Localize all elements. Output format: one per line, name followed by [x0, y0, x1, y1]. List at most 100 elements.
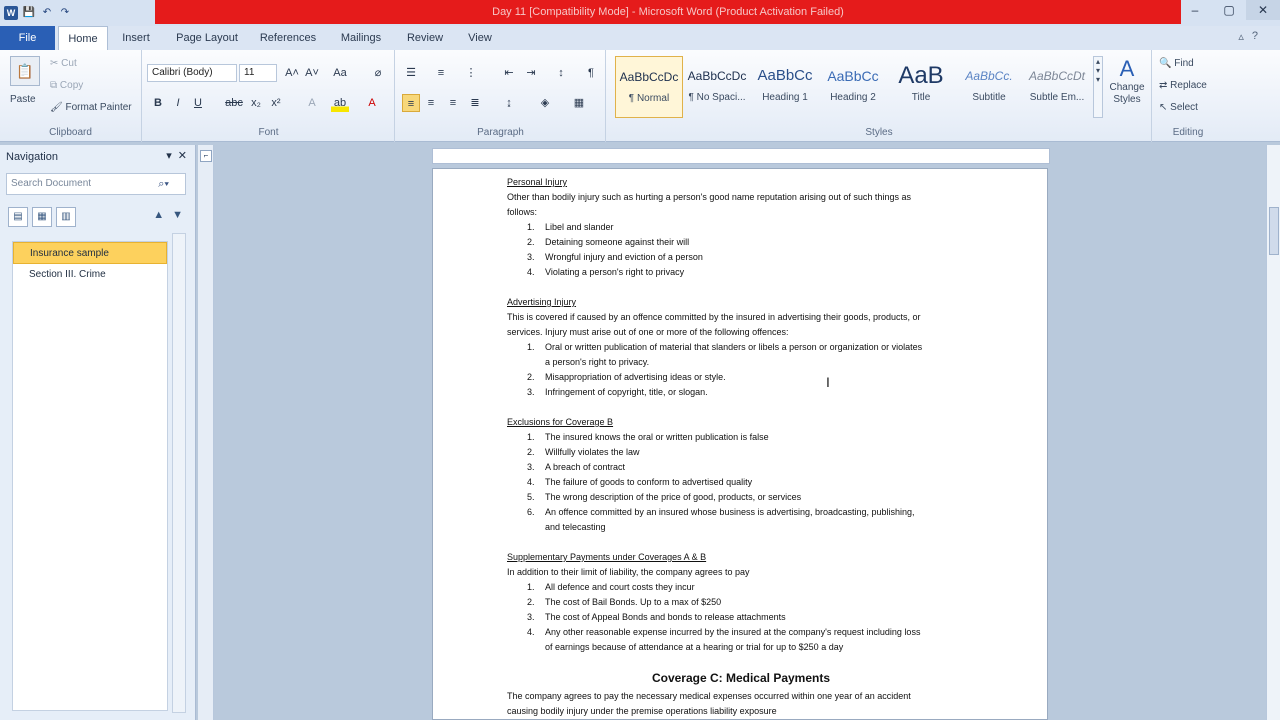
list-text: The insured knows the oral or written pu…: [545, 432, 769, 442]
tab-review[interactable]: Review: [398, 26, 452, 50]
search-icon[interactable]: ⌕▾: [158, 174, 169, 194]
search-document-input[interactable]: Search Document ⌕▾: [6, 173, 186, 195]
ruler-toggle-icon[interactable]: ⌐: [200, 150, 212, 162]
redo-icon[interactable]: ↷: [58, 6, 72, 20]
tab-file[interactable]: File: [0, 26, 55, 50]
tab-mailings[interactable]: Mailings: [330, 26, 392, 50]
italic-icon[interactable]: I: [169, 94, 187, 112]
show-formatting-icon[interactable]: ¶: [582, 64, 600, 82]
subscript-icon[interactable]: x₂: [247, 94, 265, 112]
decrease-indent-icon[interactable]: ⇤: [500, 64, 518, 82]
superscript-icon[interactable]: x²: [267, 94, 285, 112]
align-right-icon[interactable]: ≡: [444, 94, 462, 112]
bullets-icon[interactable]: ☰: [402, 64, 420, 82]
style-title-sample: AaB: [898, 62, 944, 89]
previous-heading-icon[interactable]: ▲: [153, 209, 164, 221]
increase-indent-icon[interactable]: ⇥: [522, 64, 540, 82]
style-subtitle[interactable]: AaBbCc. Subtitle: [955, 56, 1023, 118]
save-icon[interactable]: 💾: [22, 6, 36, 20]
font-family-dropdown[interactable]: Calibri (Body): [147, 64, 237, 82]
font-size-dropdown[interactable]: 11: [239, 64, 277, 82]
coverage-c-heading: Coverage C: Medical Payments: [651, 671, 831, 685]
numbering-icon[interactable]: ≡: [432, 64, 450, 82]
align-left-icon[interactable]: ≡: [402, 94, 420, 112]
word-logo-icon[interactable]: W: [4, 6, 18, 20]
paste-button[interactable]: Paste: [10, 94, 36, 105]
browse-headings-icon[interactable]: ▤: [8, 207, 28, 227]
clear-formatting-icon[interactable]: ⌀: [369, 64, 387, 82]
highlight-icon[interactable]: ab: [331, 94, 349, 112]
paste-icon[interactable]: 📋: [10, 56, 40, 86]
tab-home[interactable]: Home: [58, 26, 108, 50]
document-vertical-scrollbar[interactable]: [1266, 145, 1280, 720]
style-normal[interactable]: AaBbCcDc ¶ Normal: [615, 56, 683, 118]
replace-label: Replace: [1170, 80, 1207, 91]
title-bar: W 💾 ↶ ↷ Day 11 [Compatibility Mode] - Mi…: [0, 0, 1280, 26]
change-case-icon[interactable]: Aa: [331, 64, 349, 82]
list-item: 1. Oral or written publication of materia…: [527, 342, 923, 352]
list-text: Violating a person's right to privacy: [545, 267, 685, 277]
find-button[interactable]: 🔍 Find: [1159, 58, 1194, 69]
pane-options-icon[interactable]: ▾: [166, 149, 172, 162]
navigation-arrows: ▲ ▼: [153, 209, 183, 221]
multilevel-list-icon[interactable]: ⋮: [462, 64, 480, 82]
style-subtle-emphasis[interactable]: AaBbCcDt Subtle Em...: [1023, 56, 1091, 118]
list-item-cont: a person's right to privacy.: [527, 355, 649, 370]
tab-view[interactable]: View: [458, 26, 502, 50]
select-button[interactable]: ↖ Select: [1159, 102, 1198, 113]
list-text: Wrongful injury and eviction of a person: [545, 252, 703, 262]
style-no-spacing[interactable]: AaBbCcDc ¶ No Spaci...: [683, 56, 751, 118]
restore-button[interactable]: ▢: [1212, 0, 1246, 20]
replace-button[interactable]: ⇄ Replace: [1159, 80, 1207, 91]
line-spacing-icon[interactable]: ↨: [500, 94, 518, 112]
close-pane-icon[interactable]: ✕: [178, 149, 187, 162]
tab-references[interactable]: References: [252, 26, 324, 50]
text-cursor-icon: I: [826, 374, 830, 390]
align-center-icon[interactable]: ≡: [422, 94, 440, 112]
editing-group: 🔍 Find ⇄ Replace ↖ Select Editing: [1153, 50, 1223, 142]
borders-icon[interactable]: ▦: [570, 94, 588, 112]
tab-page-layout[interactable]: Page Layout: [168, 26, 246, 50]
list-text: Infringement of copyright, title, or slo…: [545, 387, 708, 397]
scrollbar-thumb[interactable]: [1269, 207, 1279, 255]
next-heading-icon[interactable]: ▼: [172, 209, 183, 221]
style-normal-sample: AaBbCcDc: [619, 70, 679, 84]
document-page[interactable]: Personal Injury Other than bodily injury…: [432, 168, 1048, 720]
browse-pages-icon[interactable]: ▦: [32, 207, 52, 227]
text-effects-icon[interactable]: A: [303, 94, 321, 112]
help-icon[interactable]: ?: [1252, 30, 1258, 43]
ribbon-tabs: File Home Insert Page Layout References …: [0, 26, 1280, 50]
justify-icon[interactable]: ≣: [466, 94, 484, 112]
undo-icon[interactable]: ↶: [40, 6, 54, 20]
change-styles-button[interactable]: A Change Styles: [1107, 56, 1147, 106]
font-color-icon[interactable]: A: [363, 94, 381, 112]
format-painter-button[interactable]: 🖌 Format Painter: [50, 102, 132, 113]
nav-item-section-iii-crime[interactable]: Section III. Crime: [13, 264, 167, 286]
ribbon-minimize-icon[interactable]: ▵: [1238, 30, 1244, 43]
strikethrough-icon[interactable]: abc: [225, 94, 243, 112]
medical-payments-text: The company agrees to pay the necessary …: [507, 691, 911, 701]
shrink-font-icon[interactable]: A˅: [303, 64, 321, 82]
list-text: Oral or written publication of material …: [545, 342, 923, 352]
copy-button[interactable]: ⧉ Copy: [50, 80, 83, 91]
style-heading-1[interactable]: AaBbCc Heading 1: [751, 56, 819, 118]
bold-icon[interactable]: B: [149, 94, 167, 112]
style-title-label: Title: [911, 92, 931, 103]
minimize-button[interactable]: –: [1178, 0, 1212, 20]
sort-icon[interactable]: ↕: [552, 64, 570, 82]
nav-item-insurance-sample[interactable]: Insurance sample: [13, 242, 167, 264]
style-heading-2[interactable]: AaBbCc Heading 2: [819, 56, 887, 118]
underline-icon[interactable]: U: [189, 94, 207, 112]
grow-font-icon[interactable]: A˄: [283, 64, 301, 82]
list-item: 3. A breach of contract: [527, 462, 626, 472]
list-text: The wrong description of the price of go…: [545, 492, 802, 502]
styles-more-icon[interactable]: ▴ ▾ ▾: [1093, 56, 1103, 118]
browse-results-icon[interactable]: ▥: [56, 207, 76, 227]
advertising-injury-intro: This is covered if caused by an offence …: [507, 312, 921, 322]
cut-button[interactable]: ✂ Cut: [50, 58, 77, 69]
close-button[interactable]: ✕: [1246, 0, 1280, 20]
tab-insert[interactable]: Insert: [112, 26, 160, 50]
navigation-scrollbar[interactable]: [172, 233, 186, 713]
style-title[interactable]: AaB Title: [887, 56, 955, 118]
shading-icon[interactable]: ◈: [536, 94, 554, 112]
